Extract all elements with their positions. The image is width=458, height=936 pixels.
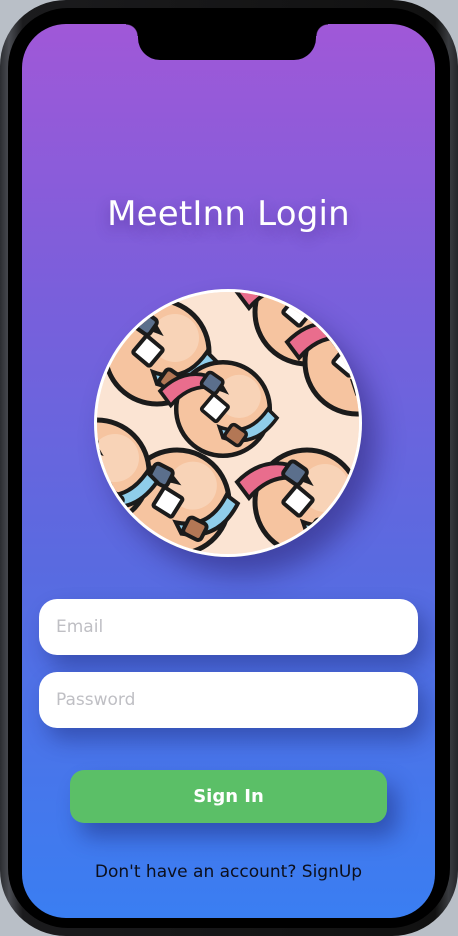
page-title: MeetInn Login — [107, 194, 350, 234]
handshake-pattern-icon — [97, 292, 359, 554]
password-field[interactable] — [39, 672, 418, 728]
email-field[interactable] — [39, 599, 418, 655]
sign-in-button[interactable]: Sign In — [70, 770, 387, 823]
camera-notch — [126, 24, 328, 60]
logo-avatar — [94, 289, 362, 557]
login-screen: MeetInn Login Email Sign In Don't have a… — [22, 24, 435, 918]
signup-link[interactable]: Don't have an account? SignUp — [22, 862, 435, 882]
